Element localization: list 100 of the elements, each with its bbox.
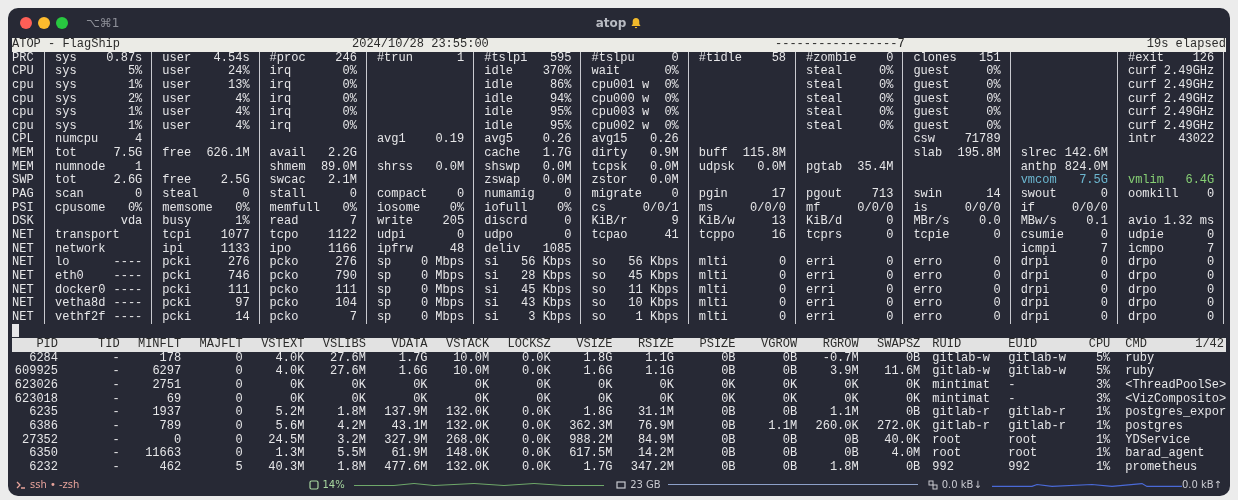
- metric-value: 0: [457, 188, 465, 202]
- metric-value: 1133: [220, 242, 250, 256]
- metric-label: slrec: [1020, 147, 1057, 161]
- table-cell-text: root: [1008, 433, 1039, 447]
- metric-value: 0/0/1: [642, 201, 679, 215]
- metric-value: 4.54s: [213, 51, 250, 65]
- metric-label: mlti: [698, 297, 728, 311]
- table-cell-text: 43.1M: [390, 419, 428, 434]
- table-cell-text: gitlab-w: [931, 365, 991, 379]
- row-label: cpu: [12, 106, 35, 120]
- metric-label: KiB/w: [698, 215, 735, 229]
- table-cell-text: gitlab-w: [931, 351, 991, 365]
- metric-label: drpi: [1020, 310, 1050, 325]
- table-cell-text: 0K: [473, 392, 490, 406]
- metric-value: 13%: [228, 78, 250, 93]
- table-cell-text: 1.1M: [828, 406, 859, 420]
- column-header: CMD: [1125, 338, 1147, 352]
- metric-value: 0%: [342, 119, 357, 134]
- row-label: MEM: [12, 160, 35, 174]
- metric-value: 7.5G: [1079, 174, 1108, 188]
- table-cell-text: 260.0K: [814, 419, 859, 434]
- metric-value: 626.1M: [206, 147, 250, 161]
- table-cell-text: 0: [234, 433, 243, 447]
- metric-label: drpi: [1020, 256, 1050, 270]
- metric-label: if: [1020, 201, 1036, 215]
- table-cell-text: 992: [931, 460, 955, 475]
- metric-label: wait: [591, 65, 621, 79]
- metric-label: udpie: [1127, 228, 1164, 243]
- metric-value: 205: [442, 215, 465, 229]
- metric-label: intr: [1127, 133, 1157, 148]
- table-cell-text: 5.5M: [336, 447, 366, 461]
- metric-value: 0%: [342, 106, 357, 120]
- metric-label: mlti: [698, 310, 728, 325]
- table-cell-text: 0B: [781, 433, 798, 447]
- metric-value: 0/0/0: [857, 201, 894, 215]
- table-cell-text: 61.9M: [390, 447, 428, 461]
- metric-value: 1.32 ms: [1163, 215, 1215, 229]
- metric-label: so: [591, 256, 606, 270]
- metric-value: 71789: [964, 133, 1001, 147]
- metric-value: 43 Kbps: [521, 297, 572, 311]
- metric-value: 0: [242, 188, 250, 202]
- metric-label: csumie: [1020, 228, 1064, 243]
- row-label: NET: [12, 310, 35, 325]
- table-cell-text: 31.1M: [636, 406, 674, 420]
- metric-value: 0: [1100, 283, 1108, 297]
- date-time: 2024/10/28 23:55:00: [352, 38, 490, 52]
- column-header: PID: [35, 338, 58, 352]
- metric-value: 0: [1100, 228, 1108, 243]
- metric-label: busy: [162, 215, 192, 229]
- table-cell-text: 0K: [412, 392, 428, 406]
- metric-label: steal: [162, 188, 199, 202]
- metric-value: 0%: [664, 106, 679, 120]
- table-cell-text: 5.2M: [274, 406, 305, 420]
- metric-value: 142.6M: [1064, 147, 1108, 161]
- metric-label: buff: [698, 147, 728, 161]
- minimize-button[interactable]: [38, 17, 50, 29]
- metric-label: pcko: [269, 269, 299, 284]
- metric-label: sys: [55, 92, 77, 107]
- row-label: cpu: [12, 78, 35, 93]
- memory-icon: [616, 479, 627, 490]
- table-cell-text: 0K: [658, 379, 674, 393]
- metric-value: 0.0M: [649, 174, 679, 188]
- table-cell-text: 1.8G: [582, 351, 613, 365]
- metric-value: 1: [135, 160, 143, 174]
- metric-value: 0%: [664, 92, 679, 106]
- metric-label: dirty: [591, 147, 628, 161]
- metric-label: tcppo: [698, 228, 735, 243]
- metric-label: tcpsk: [591, 160, 628, 174]
- row-label: MEM: [12, 147, 35, 161]
- table-cell-text: root: [931, 447, 963, 461]
- close-button[interactable]: [20, 17, 32, 29]
- metric-value: 94%: [549, 92, 572, 106]
- metric-label: erro: [913, 283, 943, 298]
- metric-value: 0.0: [979, 215, 1001, 229]
- metric-value: 595: [549, 51, 572, 65]
- table-cell-text: -: [111, 406, 120, 420]
- table-cell-text: 0B: [781, 447, 798, 461]
- metric-label: swout: [1020, 188, 1057, 202]
- metric-value: 95%: [549, 119, 572, 133]
- metric-label: cpusome: [55, 201, 106, 216]
- metric-value: 104: [335, 297, 357, 311]
- metric-label: clones: [913, 51, 957, 65]
- metric-value: 0%: [986, 119, 1001, 133]
- table-cell-text: 477.6M: [383, 460, 428, 475]
- table-cell-text: 0B: [843, 447, 859, 461]
- metric-value: ----: [113, 269, 143, 284]
- metric-value: ----: [113, 283, 143, 298]
- table-cell-text: 0K: [288, 392, 305, 406]
- metric-value: 0: [1100, 310, 1108, 325]
- table-cell-text: 1.6G: [397, 365, 428, 379]
- table-cell-text: 0B: [720, 447, 736, 461]
- metric-label: vmcom: [1020, 174, 1057, 188]
- metric-value: 6.4G: [1185, 174, 1215, 188]
- table-cell-text: -: [1008, 379, 1017, 393]
- metric-label: avio: [1127, 215, 1157, 229]
- table-cell-text: 1.8M: [828, 460, 859, 475]
- metric-label: sp: [376, 283, 392, 298]
- metric-label: zstor: [591, 174, 628, 188]
- metric-value: 0%: [878, 106, 894, 120]
- zoom-button[interactable]: [56, 17, 68, 29]
